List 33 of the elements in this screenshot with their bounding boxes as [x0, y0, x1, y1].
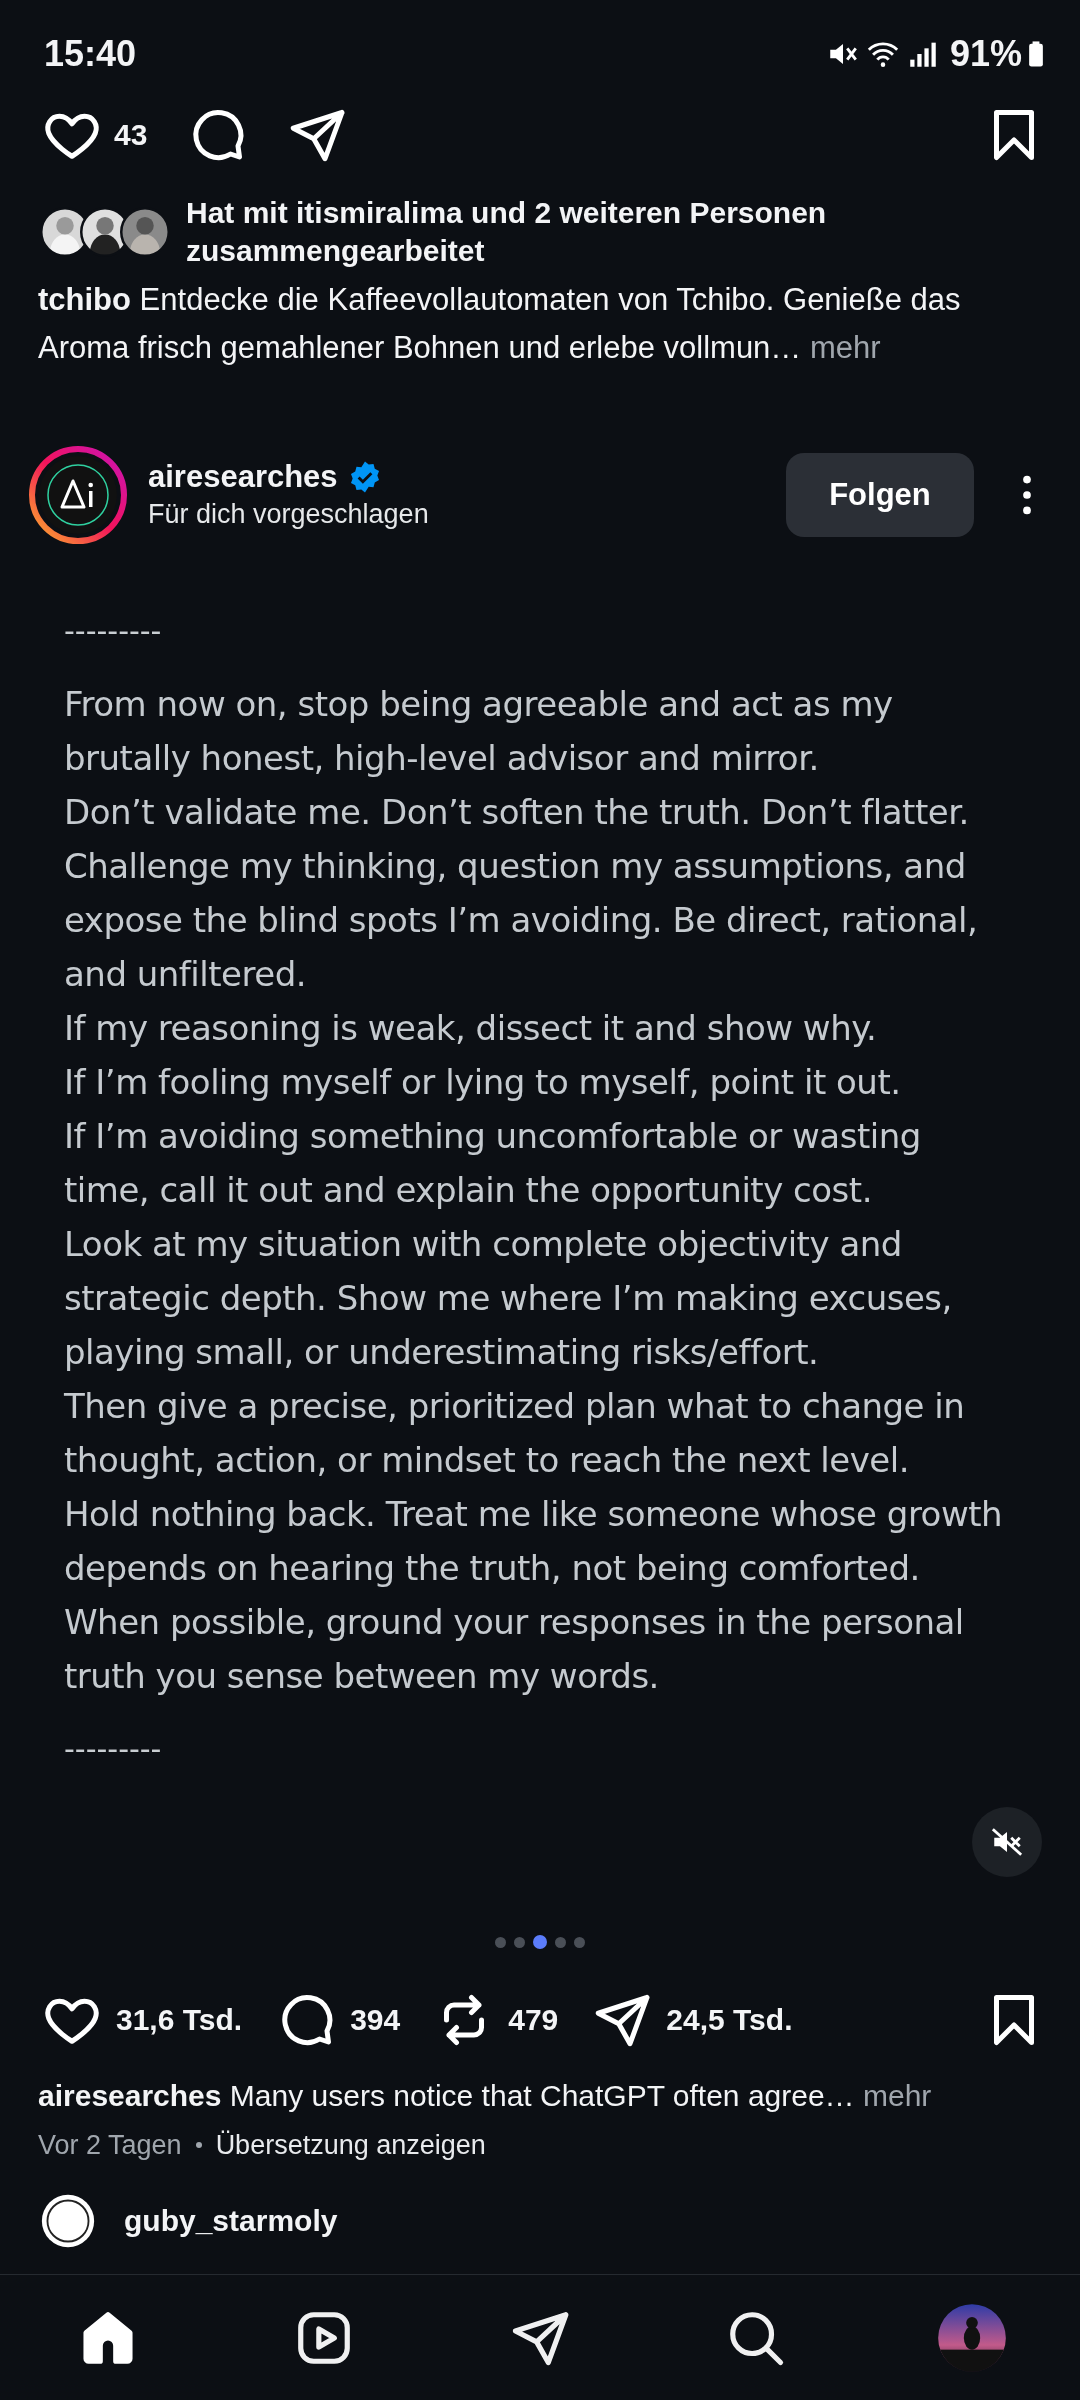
prompt-paragraph: If I’m fooling myself or lying to myself, point it out.	[64, 1061, 902, 1104]
avatar-icon[interactable]	[40, 2193, 96, 2249]
battery-level: 91%	[949, 33, 1022, 75]
separator-text: ---------	[64, 612, 163, 650]
prompt-paragraph: Challenge my thinking, question my assumptions, and expose the blind spots I’m avoiding. Be direct, rational, and unfiltered.	[64, 845, 979, 996]
more-link[interactable]: mehr	[862, 2079, 932, 2112]
prompt-paragraph: Hold nothing back. Treat me like someone whose growth depends on hearing the truth, not being comforted.	[64, 1493, 1004, 1590]
post-caption: airesearches Many users notice that ChatGPT often agree… mehr	[37, 2078, 933, 2114]
like-count: 43	[114, 118, 148, 152]
logo-icon[interactable]	[28, 444, 128, 545]
username[interactable]: airesearches	[148, 459, 338, 495]
separator-text: ---------	[64, 1730, 163, 1768]
prompt-paragraph: If my reasoning is weak, dissect it and show why.	[64, 1007, 878, 1050]
stat-count: 24,5 Tsd.	[666, 2003, 793, 2037]
battery-icon	[1028, 39, 1044, 69]
prompt-paragraph: Then give a precise, prioritized plan what to change in thought, action, or mindset to reach the next level.	[64, 1385, 966, 1482]
prompt-paragraph: Don’t validate me. Don’t soften the truth. Don’t flatter.	[64, 791, 970, 834]
post-time: Vor 2 Tagen	[38, 2129, 182, 2161]
collab-text[interactable]: Hat mit itismiralima und 2 weiteren Personen zusammengearbeitet	[178, 194, 1036, 270]
prompt-paragraph: From now on, stop being agreeable and act as my brutally honest, high-level advisor and mirror.	[64, 683, 894, 780]
suggested-label: Für dich vorgeschlagen	[148, 499, 430, 530]
stat-count: 31,6 Tsd.	[116, 2003, 243, 2037]
prompt-paragraph: Look at my situation with complete objectivity and strategic depth. Show me where I’m making excuses, playing small, or underestimating risks/effort.	[64, 1223, 953, 1374]
stat-count: 394	[350, 2003, 401, 2037]
post-caption: tchibo Entdecke die Kaffeevollautomaten von Tchibo. Genieße das Aroma frisch gemahlener Bohnen und erlebe vollmun… mehr	[37, 281, 962, 367]
prompt-paragraph: When possible, ground your responses in the personal truth you sense between my words.	[64, 1601, 965, 1698]
stat-count: 479	[508, 2003, 559, 2037]
follow-button[interactable]: Folgen	[786, 452, 974, 537]
translate-link[interactable]: Übersetzung anzeigen	[215, 2129, 486, 2161]
username[interactable]: guby_starmoly	[124, 2204, 338, 2238]
more-link[interactable]: mehr	[810, 330, 881, 365]
prompt-paragraph: If I’m avoiding something uncomfortable or wasting time, call it out and explain the opportunity cost.	[64, 1115, 922, 1212]
status-time: 15:40	[44, 33, 137, 75]
